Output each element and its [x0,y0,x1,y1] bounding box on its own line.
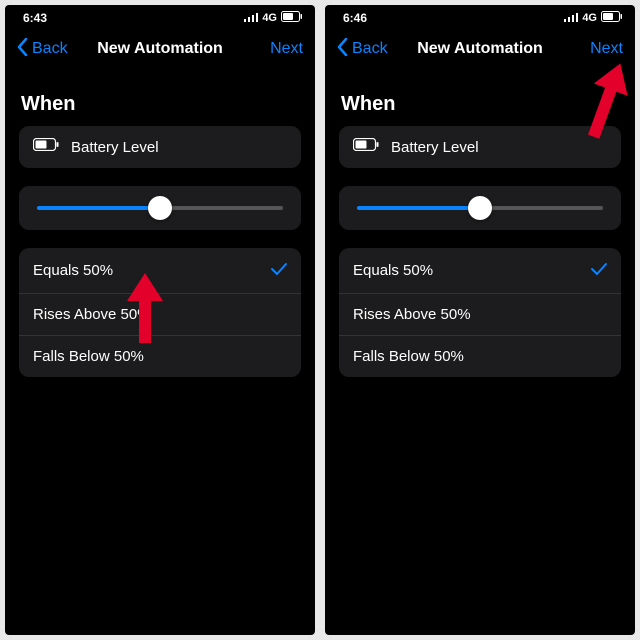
battery-label: Battery Level [71,139,159,156]
slider-fill [37,206,160,210]
slider-card [339,186,621,230]
status-bar: 6:43 4G [5,5,315,27]
slider-thumb[interactable] [468,196,492,220]
option-falls[interactable]: Falls Below 50% [339,335,621,377]
status-bar: 6:46 4G [325,5,635,27]
screenshot-right: 6:46 4G Back New Automation Next When Ba… [325,5,635,635]
battery-slider[interactable] [37,206,283,210]
battery-level-row[interactable]: Battery Level [19,126,301,168]
battery-slider[interactable] [357,206,603,210]
back-label: Back [352,40,388,58]
battery-level-row[interactable]: Battery Level [339,126,621,168]
option-rises[interactable]: Rises Above 50% [19,293,301,335]
option-rises[interactable]: Rises Above 50% [339,293,621,335]
signal-icon [244,12,258,25]
options-list: Equals 50% Rises Above 50% Falls Below 5… [339,248,621,377]
back-button[interactable]: Back [337,38,388,61]
next-button[interactable]: Next [270,40,303,58]
chevron-left-icon [337,38,348,61]
status-right: 4G [564,11,623,25]
option-label: Falls Below 50% [33,348,144,365]
options-list: Equals 50% Rises Above 50% Falls Below 5… [19,248,301,377]
slider-card [19,186,301,230]
status-right: 4G [244,11,303,25]
next-button[interactable]: Next [590,40,623,58]
signal-icon [564,12,578,25]
option-label: Falls Below 50% [353,348,464,365]
status-time: 6:43 [23,11,47,25]
option-label: Equals 50% [33,262,113,279]
status-time: 6:46 [343,11,367,25]
back-label: Back [32,40,68,58]
chevron-left-icon [17,38,28,61]
battery-icon [33,138,59,156]
option-equals[interactable]: Equals 50% [339,248,621,293]
section-header: When [341,93,621,116]
nav-bar: Back New Automation Next [5,27,315,71]
back-button[interactable]: Back [17,38,68,61]
battery-icon [353,138,379,156]
checkmark-icon [271,260,287,281]
battery-status-icon [281,11,303,25]
battery-status-icon [601,11,623,25]
battery-label: Battery Level [391,139,479,156]
slider-thumb[interactable] [148,196,172,220]
network-label: 4G [582,12,597,24]
slider-fill [357,206,480,210]
content-area: When Battery Level Equals 50% Rises Abov… [5,71,315,635]
section-header: When [21,93,301,116]
checkmark-icon [591,260,607,281]
screenshot-left: 6:43 4G Back New Automation Next When Ba… [5,5,315,635]
option-falls[interactable]: Falls Below 50% [19,335,301,377]
network-label: 4G [262,12,277,24]
nav-bar: Back New Automation Next [325,27,635,71]
content-area: When Battery Level Equals 50% Rises Abov… [325,71,635,635]
option-label: Equals 50% [353,262,433,279]
option-equals[interactable]: Equals 50% [19,248,301,293]
option-label: Rises Above 50% [33,306,151,323]
option-label: Rises Above 50% [353,306,471,323]
